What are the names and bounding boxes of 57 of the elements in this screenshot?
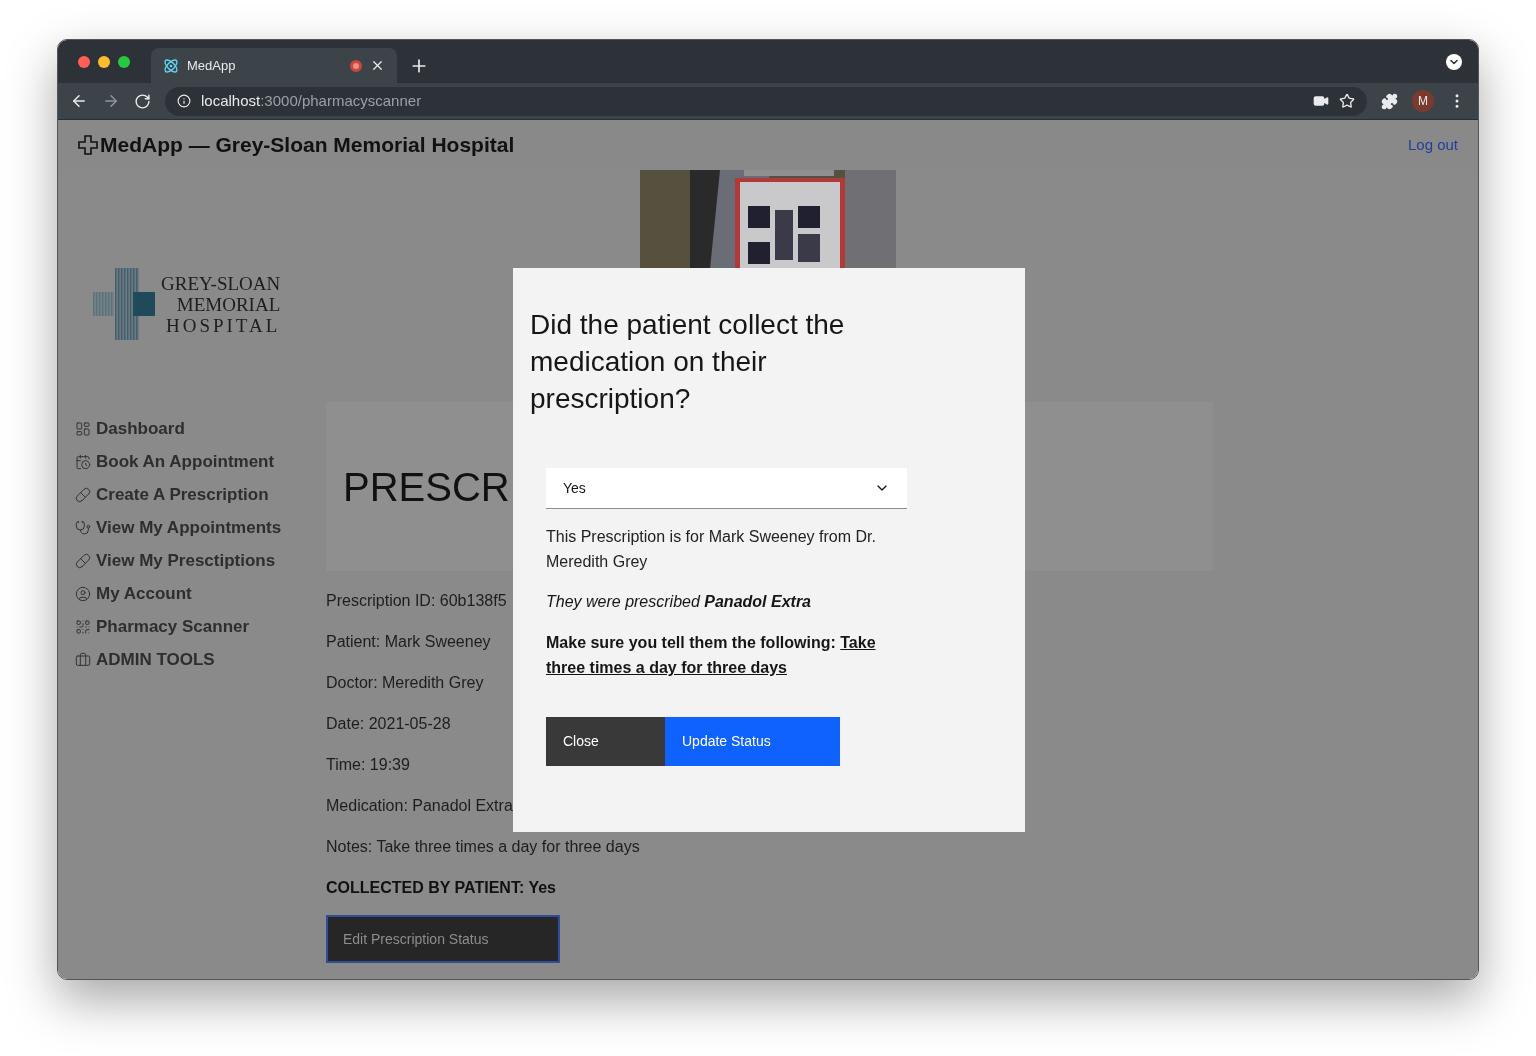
status-select[interactable]: Yes: [546, 468, 907, 509]
logo-text: GREY-SLOAN: [161, 272, 281, 294]
maximize-window-icon[interactable]: [118, 55, 130, 68]
modal-question: Did the patient collect the medication on their prescription?: [530, 308, 846, 416]
instruction-text: Make sure you tell them the following: Take three times a day for three days: [546, 633, 877, 678]
forward-icon[interactable]: [102, 92, 120, 110]
detail-text: Time: 19:39: [326, 755, 410, 774]
nav-link[interactable]: View My Presctiptions: [96, 547, 276, 574]
app-title: MedApp — Grey-Sloan Memorial Hospital: [100, 132, 516, 159]
stethoscope-icon: [75, 519, 91, 536]
atom-icon: [163, 57, 179, 74]
pill-icon: [75, 486, 91, 503]
nav-link[interactable]: Pharmacy Scanner: [96, 613, 250, 640]
close-window-icon[interactable]: [78, 55, 90, 68]
close-button[interactable]: Close: [546, 717, 665, 766]
extensions-icon[interactable]: [1381, 92, 1398, 110]
update-status-button[interactable]: Update Status: [665, 717, 840, 766]
address-bar[interactable]: localhost:3000/pharmacyscanner: [165, 86, 1367, 116]
status-text: COLLECTED BY PATIENT: Yes: [326, 878, 556, 897]
info-icon: [177, 94, 191, 108]
profile-avatar[interactable]: M: [1412, 90, 1434, 112]
browser-tab[interactable]: MedApp: [151, 48, 397, 83]
detail-text: Patient: Mark Sweeney: [326, 632, 491, 651]
detail-text: Doctor: Meredith Grey: [326, 673, 484, 692]
minimize-window-icon[interactable]: [98, 55, 110, 68]
page-heading: PRESCR: [343, 463, 510, 511]
bookmark-star-icon[interactable]: [1339, 93, 1355, 109]
nav-link[interactable]: Create A Prescription: [96, 481, 269, 508]
camera-icon[interactable]: [1313, 93, 1329, 109]
detail-text: Medication: Panadol Extra: [326, 796, 513, 815]
logout-link[interactable]: Log out: [1407, 133, 1458, 157]
back-icon[interactable]: [70, 92, 88, 110]
detail-text: Date: 2021-05-28: [326, 714, 451, 733]
close-icon[interactable]: [370, 58, 385, 73]
nav-link[interactable]: View My Appointments: [96, 514, 282, 541]
detail-text: Prescription ID: 60b138f5: [326, 591, 507, 610]
nav-link[interactable]: My Account: [96, 580, 192, 607]
summary-text: This Prescription is for Mark Sweeney from Dr. Meredith Grey: [546, 527, 877, 572]
edit-status-button[interactable]: Edit Prescription Status: [326, 915, 560, 963]
logo-text: HOSPITAL: [165, 314, 281, 336]
url-text: localhost:3000/pharmacyscanner: [201, 90, 423, 111]
briefcase-icon: [75, 651, 91, 668]
cross-icon: [78, 135, 98, 155]
qr-code-icon: [75, 618, 91, 635]
nav-link[interactable]: ADMIN TOOLS: [96, 646, 215, 673]
user-icon: [75, 585, 91, 602]
pill-icon: [75, 552, 91, 569]
detail-text: Notes: Take three times a day for three days: [326, 837, 640, 856]
nav-link[interactable]: Book An Appointment: [96, 448, 275, 475]
reload-icon[interactable]: [134, 92, 151, 110]
logo-text: MEMORIAL: [176, 293, 281, 315]
tab-menu-icon[interactable]: [1446, 53, 1462, 70]
dashboard-icon: [75, 420, 91, 437]
prescribed-text: They were prescribed Panadol Extra: [546, 592, 812, 612]
calendar-icon: [75, 453, 91, 470]
tab-title: MedApp: [187, 56, 237, 75]
nav-link[interactable]: Dashboard: [96, 415, 185, 442]
